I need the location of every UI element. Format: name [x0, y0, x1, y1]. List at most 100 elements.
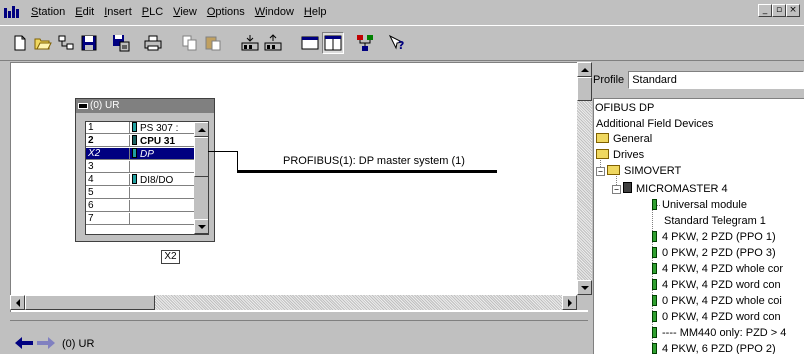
forward-arrow-icon[interactable]	[36, 336, 56, 350]
module-icon	[652, 199, 657, 210]
open-icon[interactable]	[32, 32, 54, 54]
slot-row[interactable]: 4 DI8/DO	[86, 174, 194, 186]
bus-connection-line	[208, 151, 238, 173]
menu-insert[interactable]: Insert	[99, 3, 137, 21]
horizontal-scroll-thumb[interactable]	[25, 295, 155, 310]
menu-view[interactable]: View	[168, 3, 202, 21]
slot-row[interactable]: 5	[86, 187, 194, 199]
menu-bar: Station Edit Insert PLC View Options Win…	[0, 0, 804, 24]
module-icon	[652, 343, 657, 354]
scroll-up-icon[interactable]	[577, 62, 592, 77]
slot-number: 3	[88, 161, 94, 172]
tree-item-module[interactable]: 4 PKW, 6 PZD (PPO 2)	[652, 343, 776, 354]
tree-item-simovert[interactable]: − SIMOVERT	[596, 165, 681, 178]
help-icon[interactable]: ?	[386, 32, 408, 54]
new-icon[interactable]	[9, 32, 31, 54]
tree-item-additional-field-devices[interactable]: Additional Field Devices	[596, 118, 713, 131]
tree-item-micromaster[interactable]: − MICROMASTER 4	[612, 182, 728, 195]
tree-item-module[interactable]: Standard Telegram 1	[664, 215, 766, 228]
slot-number: 5	[88, 187, 94, 198]
folder-icon	[596, 133, 609, 143]
slot-module: CPU 31	[140, 136, 176, 147]
profile-select[interactable]: Standard	[628, 71, 804, 89]
module-icon	[132, 122, 137, 132]
tree-item-module[interactable]: 0 PKW, 2 PZD (PPO 3)	[652, 247, 776, 260]
scroll-down-icon[interactable]	[577, 280, 592, 295]
module-icon	[652, 327, 657, 338]
paste-icon[interactable]	[202, 32, 224, 54]
tree-item-module[interactable]: 4 PKW, 2 PZD (PPO 1)	[652, 231, 776, 244]
menu-help[interactable]: Help	[299, 3, 332, 21]
slot-row[interactable]: 3	[86, 161, 194, 173]
station-canvas[interactable]: (0) UR 1 PS 307 : 2 CPU 31 X2 DP 3 4 DI8…	[10, 62, 588, 312]
menu-window[interactable]: Window	[250, 3, 299, 21]
hardware-catalog-tree: OFIBUS DP Additional Field Devices Gener…	[593, 98, 804, 354]
rack-slot-table: 1 PS 307 : 2 CPU 31 X2 DP 3 4 DI8/DO 5 6…	[85, 121, 209, 235]
drive-device-icon	[623, 182, 632, 193]
scroll-up-icon[interactable]	[194, 122, 208, 137]
menu-edit[interactable]: Edit	[70, 3, 99, 21]
vertical-scroll-thumb[interactable]	[577, 77, 592, 101]
menu-station[interactable]: Station	[26, 3, 70, 21]
scroll-down-icon[interactable]	[194, 219, 208, 234]
tree-item-profibus-dp[interactable]: OFIBUS DP	[595, 102, 654, 115]
rack-title: (0) UR	[76, 99, 214, 113]
collapse-icon[interactable]: −	[612, 185, 621, 194]
network-icon[interactable]	[354, 32, 376, 54]
scrollbar-corner	[577, 295, 592, 310]
module-icon	[652, 231, 657, 242]
menu-options[interactable]: Options	[202, 3, 250, 21]
print-icon[interactable]	[142, 32, 164, 54]
upload-icon[interactable]	[262, 32, 284, 54]
slot-number: 2	[88, 135, 94, 146]
canvas-vertical-scrollbar[interactable]	[577, 62, 592, 295]
interface-x2-label[interactable]: X2	[161, 250, 180, 264]
slot-row[interactable]: 2 CPU 31	[86, 135, 194, 147]
accessible-nodes-icon[interactable]	[55, 32, 77, 54]
tree-item-module[interactable]: 4 PKW, 4 PZD whole cor	[652, 263, 783, 276]
tree-item-module[interactable]: ---- MM440 only: PZD > 4	[652, 327, 786, 340]
tree-item-module[interactable]: 4 PKW, 4 PZD word con	[652, 279, 781, 292]
close-button[interactable]: ×	[786, 4, 800, 17]
rack-title-label: (0) UR	[90, 100, 120, 111]
slot-row[interactable]: 6	[86, 200, 194, 212]
save-icon[interactable]	[78, 32, 100, 54]
restore-button[interactable]: ▫	[772, 4, 786, 17]
slot-number: 4	[88, 174, 94, 185]
scroll-left-icon[interactable]	[10, 295, 25, 310]
rack-icon	[78, 103, 88, 109]
canvas-horizontal-scrollbar[interactable]	[10, 295, 577, 310]
scroll-right-icon[interactable]	[562, 295, 577, 310]
save-compile-icon[interactable]	[110, 32, 132, 54]
catalog-icon[interactable]	[299, 32, 321, 54]
slot-row[interactable]: 1 PS 307 :	[86, 122, 194, 134]
tree-item-module[interactable]: 0 PKW, 4 PZD word con	[652, 311, 781, 324]
module-icon	[132, 174, 137, 184]
profile-label: Profile	[593, 74, 625, 86]
download-icon[interactable]	[239, 32, 261, 54]
minimize-button[interactable]: _	[758, 4, 772, 17]
tree-item-module[interactable]: Universal module	[652, 199, 747, 212]
rack-window[interactable]: (0) UR 1 PS 307 : 2 CPU 31 X2 DP 3 4 DI8…	[75, 98, 215, 242]
hw-config-app-icon[interactable]	[4, 5, 22, 19]
bus-label[interactable]: PROFIBUS(1): DP master system (1)	[283, 155, 465, 167]
dp-master-system-bus[interactable]	[237, 170, 497, 173]
tree-item-drives[interactable]: Drives	[596, 149, 644, 162]
tree-item-general[interactable]: General	[596, 133, 652, 146]
module-icon	[652, 279, 657, 290]
rack-vertical-scrollbar[interactable]	[194, 122, 208, 234]
collapse-icon[interactable]: −	[596, 167, 605, 176]
copy-icon[interactable]	[179, 32, 201, 54]
split-view-icon[interactable]	[322, 32, 344, 54]
slot-number: X2	[88, 148, 101, 159]
slot-row-selected[interactable]: X2 DP	[86, 148, 194, 160]
slot-row[interactable]: 7	[86, 213, 194, 225]
rack-scroll-thumb[interactable]	[194, 137, 208, 177]
back-arrow-icon[interactable]	[14, 336, 34, 350]
menu-plc[interactable]: PLC	[137, 3, 168, 21]
module-icon	[652, 247, 657, 258]
slot-module: PS 307 :	[140, 123, 179, 134]
slot-number: 7	[88, 213, 94, 224]
tree-item-module[interactable]: 0 PKW, 4 PZD whole coi	[652, 295, 782, 308]
detail-view-bar: (0) UR	[10, 320, 588, 354]
